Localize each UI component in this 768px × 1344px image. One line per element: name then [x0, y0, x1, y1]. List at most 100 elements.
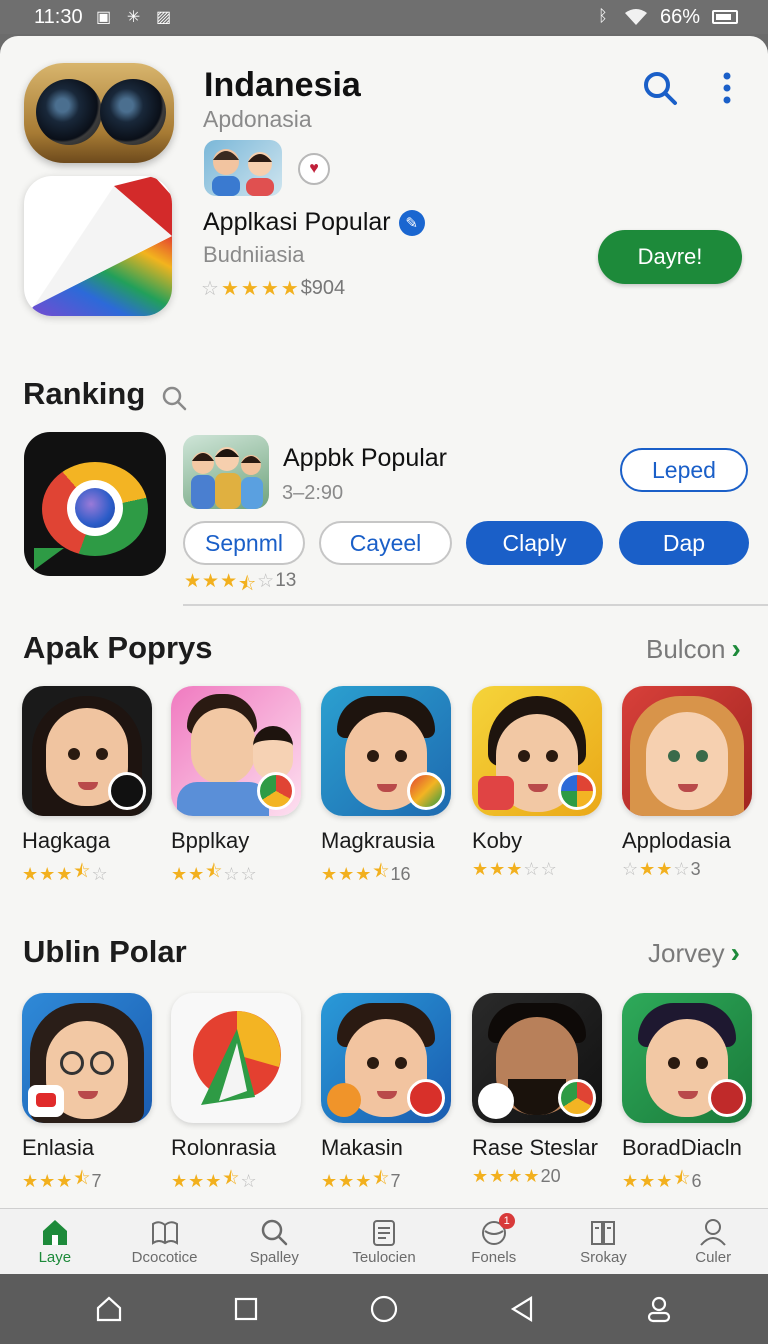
- lens-icon: [36, 79, 102, 145]
- rating-count: 16: [390, 863, 411, 884]
- eye: [668, 1057, 680, 1069]
- app-card-label: Bpplkay: [171, 828, 250, 853]
- triangle-back-icon: [510, 1296, 532, 1322]
- back-button[interactable]: [504, 1291, 540, 1327]
- app-card-rating: ★ ★ ★ ★ 20: [472, 1166, 561, 1186]
- app-card[interactable]: Applodasia ☆ ★ ★ ☆ 3: [622, 686, 754, 880]
- search-icon: [262, 1219, 288, 1246]
- eye: [546, 750, 558, 762]
- app-card[interactable]: Hagkaga ★ ★ ★ ⯪ ☆: [22, 686, 154, 889]
- eye: [668, 750, 680, 762]
- battery-percent: 66%: [659, 5, 700, 28]
- app-card-label: Hagkaga: [22, 828, 111, 853]
- nav-item-search[interactable]: Spalley: [219, 1209, 329, 1274]
- featured-rating-text: $904: [300, 277, 346, 299]
- featured-rating: ☆ ★ ★ ★ ★ $904: [201, 276, 345, 301]
- leped-button[interactable]: Leped: [620, 448, 748, 492]
- see-more-link[interactable]: Jorvey ›: [648, 937, 740, 969]
- app-card-icon: [321, 686, 451, 816]
- assistant-button[interactable]: [366, 1291, 402, 1327]
- app-card-icon: [22, 993, 152, 1123]
- nav-label: Fonels: [471, 1249, 517, 1266]
- person-icon: [648, 1296, 671, 1323]
- search-icon[interactable]: [160, 384, 188, 412]
- app-card-rating: ★ ★ ★ ⯪ ☆: [22, 861, 108, 884]
- app-card[interactable]: Bpplkay ★ ★ ⯪ ☆ ☆: [171, 686, 303, 889]
- youtube-badge-icon: [28, 1085, 64, 1117]
- rating-count: 7: [91, 1170, 102, 1191]
- nav-item-profile[interactable]: Culer: [658, 1209, 768, 1274]
- google-badge-icon: [558, 772, 596, 810]
- eye: [696, 1057, 708, 1069]
- account-button[interactable]: [641, 1291, 677, 1327]
- nav-item-fonels[interactable]: 1 Fonels: [439, 1209, 549, 1274]
- notification-badge: 1: [498, 1213, 515, 1229]
- wifi-icon: [624, 9, 647, 25]
- glasses-icon: [90, 1051, 114, 1075]
- app-card[interactable]: Rolonrasia ★ ★ ★ ⯪ ☆: [171, 993, 303, 1196]
- recents-button[interactable]: [228, 1291, 264, 1327]
- more-options-icon[interactable]: [712, 68, 742, 108]
- install-button[interactable]: Dayre!: [598, 230, 742, 284]
- app-card-rating: ★ ★ ⯪ ☆ ☆: [171, 861, 257, 884]
- binoculars-app-icon[interactable]: [24, 63, 174, 163]
- app-card[interactable]: Koby ★ ★ ★ ☆ ☆: [472, 686, 604, 880]
- app-card-label: Enlasia: [22, 1135, 95, 1160]
- app-card[interactable]: Enlasia ★ ★ ★ ⯪ 7: [22, 993, 154, 1196]
- home-button[interactable]: [91, 1291, 127, 1327]
- rating-count: 7: [390, 1170, 401, 1191]
- battery-icon: [712, 10, 738, 24]
- app-card-rating: ★ ★ ★ ⯪ 7: [22, 1168, 102, 1191]
- nav-label: Teulocien: [352, 1249, 416, 1266]
- google-badge-icon: [478, 1083, 514, 1119]
- sepnml-button[interactable]: Sepnml: [183, 521, 305, 565]
- app-card[interactable]: BoradDiacln ★ ★ ★ ⯪ 6: [622, 993, 754, 1196]
- app-card[interactable]: Makasin ★ ★ ★ ⯪ 7: [321, 993, 453, 1196]
- eye: [96, 748, 108, 760]
- nav-item-library[interactable]: Srokay: [549, 1209, 659, 1274]
- ranking-app-icon[interactable]: [24, 432, 166, 576]
- lens-icon: [100, 79, 166, 145]
- chevron-right-icon: ›: [730, 937, 740, 968]
- cayeel-button[interactable]: Cayeel: [319, 521, 452, 565]
- shirt: [177, 782, 269, 816]
- eye: [367, 750, 379, 762]
- page-subtitle: Apdonasia: [203, 106, 312, 132]
- ranking-app-name[interactable]: Appbk Popular: [283, 444, 447, 473]
- app-card[interactable]: Rase Steslar ★ ★ ★ ★ 20: [472, 993, 604, 1187]
- nav-item-books[interactable]: Dcocotice: [110, 1209, 220, 1274]
- featured-app-icon[interactable]: [24, 176, 172, 316]
- app-card-label: BoradDiacln: [622, 1135, 742, 1160]
- chevron-right-icon: ›: [731, 633, 741, 664]
- app-card-icon: [622, 993, 752, 1123]
- developer-avatar[interactable]: [204, 140, 282, 196]
- claply-button[interactable]: Claply: [466, 521, 603, 565]
- star-icon: ★: [280, 278, 299, 300]
- app-card-icon: [171, 993, 301, 1123]
- document-icon: [373, 1220, 396, 1246]
- app-card[interactable]: Magkrausia ★ ★ ★ ⯪ 16: [321, 686, 453, 889]
- app-card-icon: [472, 686, 602, 816]
- eye: [696, 750, 708, 762]
- dap-button[interactable]: Dap: [619, 521, 749, 565]
- app-card-rating: ★ ★ ★ ⯪ 16: [321, 861, 411, 884]
- rating-count: 3: [690, 859, 701, 879]
- circle-icon: [370, 1295, 398, 1323]
- featured-app-name[interactable]: Applkasi Popular ✎: [203, 208, 425, 237]
- app-card-rating: ★ ★ ★ ☆ ☆: [472, 859, 557, 879]
- logo-icon: [193, 1011, 281, 1105]
- mail-badge-icon: [478, 776, 514, 810]
- ranking-thumbnail[interactable]: [183, 435, 269, 509]
- chrome-badge-icon: [257, 772, 295, 810]
- square-icon: [235, 1297, 258, 1321]
- search-icon[interactable]: [640, 68, 680, 108]
- globe-icon: 1: [479, 1213, 515, 1247]
- favorite-button[interactable]: ♥: [298, 153, 330, 185]
- half-star-icon: ⯪: [238, 574, 257, 595]
- star-icon: ★: [260, 278, 279, 300]
- nav-item-documents[interactable]: Teulocien: [329, 1209, 439, 1274]
- see-more-link[interactable]: Bulcon ›: [646, 633, 741, 665]
- app-card-icon: [22, 686, 152, 816]
- nav-item-home[interactable]: Laye: [0, 1209, 110, 1274]
- star-icon: ★: [220, 278, 239, 300]
